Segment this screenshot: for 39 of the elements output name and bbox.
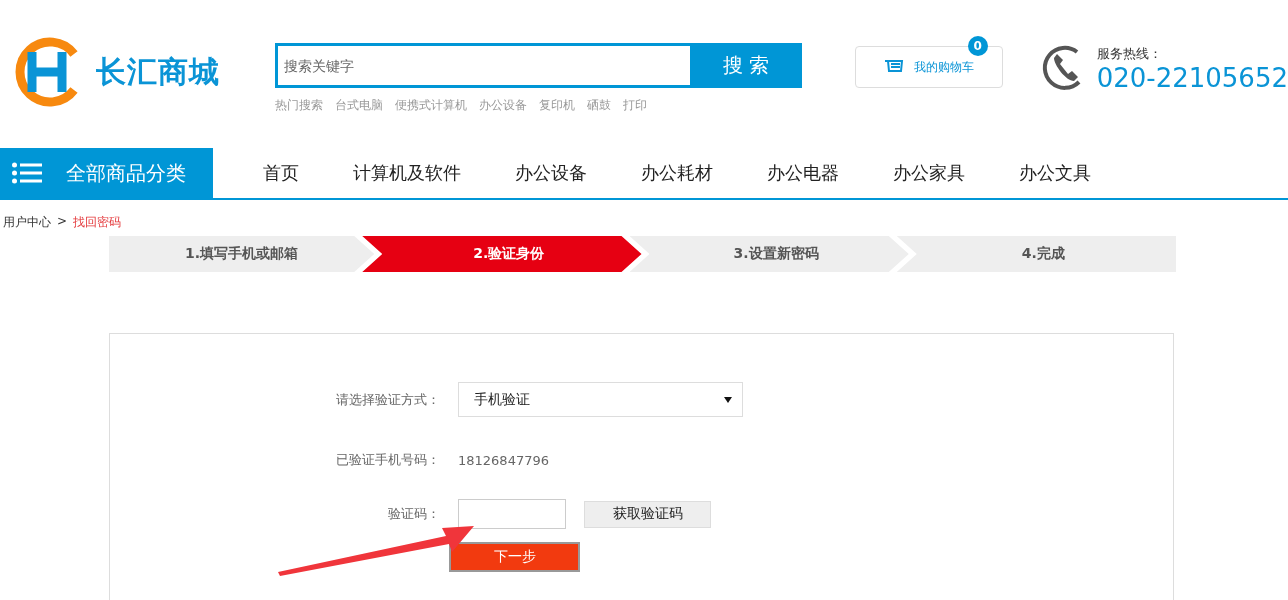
get-code-button[interactable]: 获取验证码 xyxy=(584,500,711,528)
menu-icon xyxy=(12,162,42,184)
nav-link[interactable]: 办公耗材 xyxy=(641,161,713,185)
hot-search-link[interactable]: 台式电脑 xyxy=(334,97,383,114)
progress-step: 3.设置新密码 xyxy=(629,236,909,272)
progress-step: 2.验证身份 xyxy=(362,236,642,272)
hotline-number: 020-22105652 xyxy=(1096,63,1288,93)
category-menu-button[interactable]: 全部商品分类 xyxy=(0,148,213,198)
hot-search-label: 热门搜索 xyxy=(274,97,323,114)
dropdown-caret-icon xyxy=(724,396,732,403)
field-label: 请选择验证方式： xyxy=(335,390,440,409)
hot-search-link[interactable]: 打印 xyxy=(622,97,647,114)
hot-search-link[interactable]: 办公设备 xyxy=(478,97,527,114)
method-select[interactable]: 手机验证 xyxy=(458,382,743,417)
breadcrumb-link[interactable]: 找回密码 xyxy=(73,214,122,236)
progress-step: 1.填写手机或邮箱 xyxy=(109,236,375,272)
nav-link[interactable]: 办公家具 xyxy=(893,161,965,185)
nav-link[interactable]: 办公文具 xyxy=(1019,161,1091,185)
hot-search-link[interactable]: 硒鼓 xyxy=(586,97,611,114)
breadcrumb-link[interactable]: 用户中心 xyxy=(3,214,51,236)
nav-link[interactable]: 首页 xyxy=(263,161,299,185)
hot-search-link[interactable]: 便携式计算机 xyxy=(394,97,467,114)
cart-icon xyxy=(883,59,904,75)
cart-count-badge: 0 xyxy=(967,36,988,56)
field-label: 已验证手机号码： xyxy=(335,451,440,469)
hotline-label: 服务热线： xyxy=(1096,45,1163,63)
progress-step: 4.完成 xyxy=(896,236,1176,272)
hot-search-link[interactable]: 复印机 xyxy=(538,97,575,114)
field-label: 验证码： xyxy=(387,505,440,523)
nav-link[interactable]: 办公电器 xyxy=(767,161,839,185)
breadcrumb-separator: > xyxy=(57,214,68,230)
logo-text: 长汇商城 xyxy=(96,52,220,91)
code-input-field[interactable] xyxy=(458,499,566,529)
nav-link[interactable]: 办公设备 xyxy=(515,161,587,185)
search-button[interactable]: 搜 索 xyxy=(689,43,802,88)
nav-link[interactable]: 计算机及软件 xyxy=(353,161,461,185)
search-field[interactable]: 搜索关键字 xyxy=(274,43,690,88)
phone-number: 18126847796 xyxy=(458,452,550,468)
next-step-button[interactable]: 下一步 xyxy=(449,542,580,572)
